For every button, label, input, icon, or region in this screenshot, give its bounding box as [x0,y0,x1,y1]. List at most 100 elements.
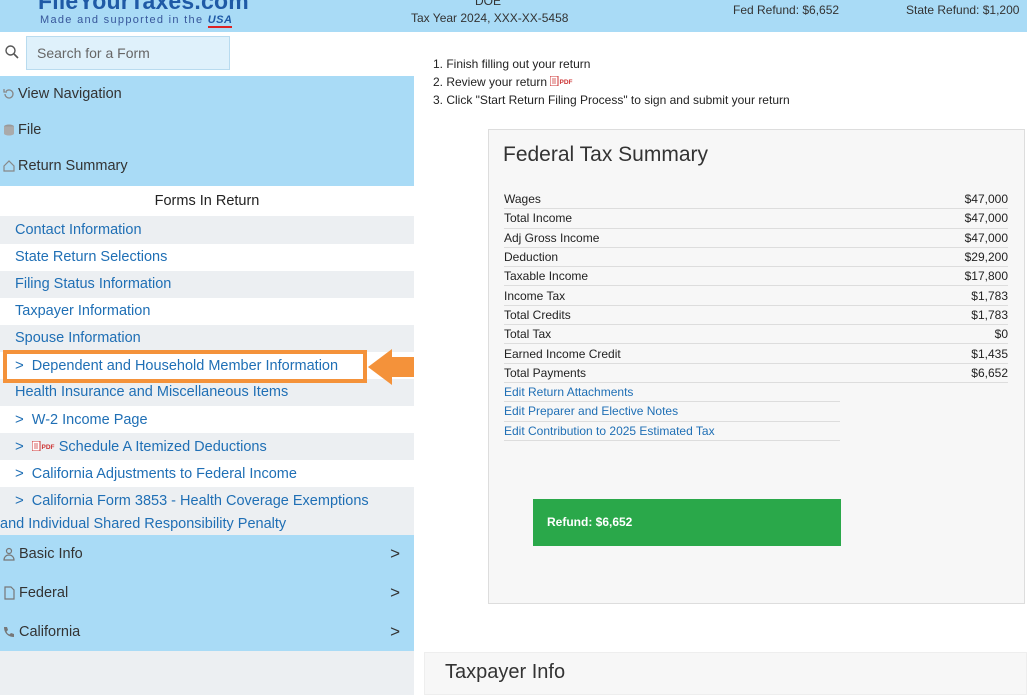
summary-row-value: $1,783 [971,307,1008,322]
summary-row-value: $1,783 [971,288,1008,303]
taxpayer-name: DOE [475,0,502,8]
form-item-filing-status[interactable]: Filing Status Information [0,271,414,298]
nav-label: Return Summary [18,158,128,174]
form-item-label: State Return Selections [15,249,168,265]
database-icon [4,124,14,136]
summary-row-value: $29,200 [964,250,1008,265]
tagline-text: Made and supported in the [40,14,204,26]
edit-return-attachments-link[interactable]: Edit Return Attachments [504,383,840,403]
site-logo[interactable]: FileYourTaxes.com [38,0,249,15]
form-item-california-adjustments[interactable]: > California Adjustments to Federal Incom… [0,460,414,487]
nav-block: View Navigation File Return Summary [0,76,414,186]
taxpayer-info-panel: Taxpayer Info [424,652,1027,695]
summary-row: Total Credits $1,783 [504,306,1008,326]
form-item-contact-information[interactable]: Contact Information [0,217,414,244]
tagline-usa: USA [207,14,233,28]
form-item-label: W-2 Income Page [31,412,148,428]
top-header: FileYourTaxes.com Made and supported in … [0,0,1027,32]
summary-row-label: Total Tax [504,327,552,342]
summary-row: Earned Income Credit $1,435 [504,344,1008,364]
summary-row-label: Total Income [504,211,573,226]
summary-row-label: Earned Income Credit [504,346,621,361]
summary-row-label: Deduction [504,250,559,265]
form-item-state-return-selections[interactable]: State Return Selections [0,244,414,271]
summary-row-label: Income Tax [504,288,566,303]
summary-row-value: $47,000 [964,230,1008,245]
summary-row-label: Taxable Income [504,269,589,284]
form-item-health-insurance[interactable]: Health Insurance and Miscellaneous Items [0,379,414,406]
summary-row: Adj Gross Income $47,000 [504,229,1008,248]
state-refund-label: State Refund: $1,200 [906,3,1020,17]
summary-row: Income Tax $1,783 [504,286,1008,306]
form-item-schedule-a[interactable]: > PDF Schedule A Itemized Deductions [0,433,414,460]
refresh-icon [3,89,14,99]
phone-icon [4,627,14,637]
category-basic-info[interactable]: Basic Info > [0,535,414,573]
instruction-step-2: 2. Review your return PDF [433,73,790,91]
fed-refund-label: Fed Refund: $6,652 [733,3,840,17]
form-item-label: California Adjustments to Federal Income [31,466,297,482]
summary-row: Deduction $29,200 [504,248,1008,268]
category-block: Basic Info > Federal > California > [0,535,414,651]
category-label: California [19,624,81,640]
home-icon [3,160,15,172]
nav-file[interactable]: File [0,112,414,148]
form-item-label: California Form 3853 - Health Coverage E… [31,493,369,509]
form-item-label: Taxpayer Information [15,303,151,319]
svg-text:PDF: PDF [560,79,573,86]
chevron-right-icon: > [15,438,24,455]
chevron-right-icon: > [15,465,24,482]
category-california[interactable]: California > [0,613,414,651]
form-item-label-line2: and Individual Shared Responsibility Pen… [0,516,287,532]
highlight-box [3,350,367,383]
chevron-right-icon: > [15,411,24,428]
nav-label: View Navigation [18,86,122,102]
instruction-step-2-text: 2. Review your return [433,75,548,89]
chevron-right-icon: > [390,583,400,602]
form-item-label: Schedule A Itemized Deductions [58,439,267,455]
sidebar: View Navigation File Return Summary Form… [0,32,460,695]
forms-in-return-header: Forms In Return [0,186,414,216]
pdf-icon[interactable]: PDF [31,441,56,451]
form-item-label: Contact Information [15,222,142,238]
pdf-icon[interactable]: PDF [550,76,574,86]
svg-text:PDF: PDF [41,444,54,451]
form-item-spouse-information[interactable]: Spouse Information [0,325,414,352]
user-icon [3,547,15,561]
summary-row-value: $6,652 [971,365,1008,380]
instruction-step-1: 1. Finish filling out your return [433,57,591,71]
taxpayer-info-title: Taxpayer Info [445,661,566,683]
refund-button[interactable]: Refund: $6,652 [533,499,841,546]
federal-tax-summary-panel: Federal Tax Summary Wages $47,000 Total I… [488,129,1025,604]
summary-row-label: Total Credits [504,307,571,322]
category-federal[interactable]: Federal > [0,574,414,612]
form-item-label: Health Insurance and Miscellaneous Items [15,384,289,400]
summary-row-value: $17,800 [964,269,1008,284]
nav-label: File [18,122,42,138]
summary-row-value: $0 [994,327,1008,342]
summary-row: Total Payments $6,652 [504,364,1008,383]
form-item-california-3853[interactable]: > California Form 3853 - Health Coverage … [0,487,414,537]
summary-row: Taxable Income $17,800 [504,267,1008,287]
chevron-right-icon: > [390,622,400,641]
nav-view-navigation[interactable]: View Navigation [0,76,414,112]
main-content: 1. Finish filling out your return 2. Rev… [414,32,1027,695]
instructions-list: 1. Finish filling out your return 2. Rev… [433,55,790,109]
nav-return-summary[interactable]: Return Summary [0,148,414,184]
category-label: Basic Info [19,546,83,562]
summary-row-label: Adj Gross Income [504,230,600,245]
chevron-right-icon: > [15,492,24,509]
form-item-taxpayer-information[interactable]: Taxpayer Information [0,298,414,325]
summary-row-value: $47,000 [964,211,1008,226]
summary-row: Wages $47,000 [504,190,1008,210]
search-input[interactable] [26,36,230,70]
summary-row-value: $1,435 [971,346,1008,361]
edit-estimated-tax-link[interactable]: Edit Contribution to 2025 Estimated Tax [504,422,840,441]
search-icon[interactable] [4,44,20,60]
summary-table: Wages $47,000 Total Income $47,000 Adj Gro… [504,190,1008,441]
edit-preparer-notes-link[interactable]: Edit Preparer and Elective Notes [504,402,840,422]
instruction-step-3: 3. Click "Start Return Filing Process" t… [433,93,790,107]
summary-row: Total Tax $0 [504,325,1008,345]
form-item-w2-income[interactable]: > W-2 Income Page [0,406,414,433]
form-item-label: Spouse Information [15,330,141,346]
